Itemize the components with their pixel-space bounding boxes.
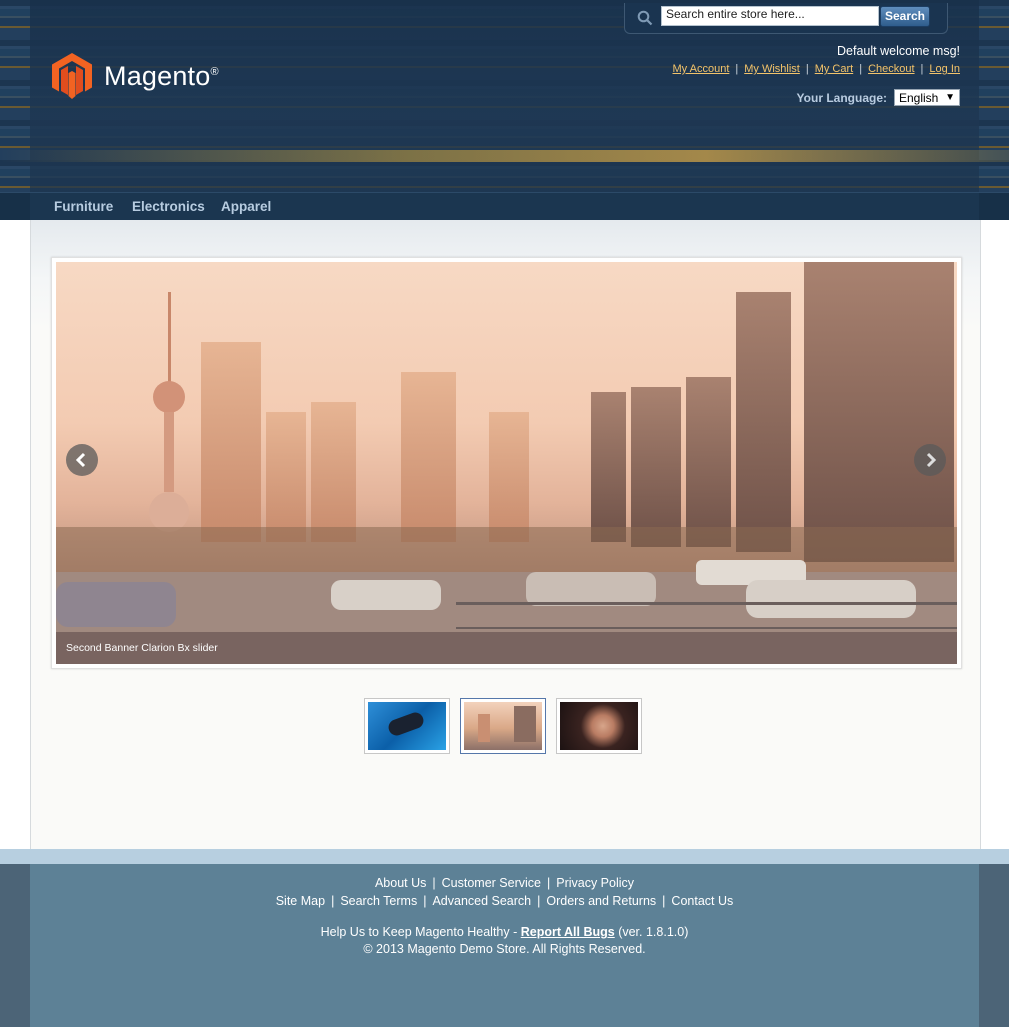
search-input[interactable]: Search entire store here... (661, 6, 879, 26)
site-header: Magento® Search entire store here... Sea… (0, 0, 1009, 192)
nav-item-furniture[interactable]: Furniture (54, 199, 113, 214)
separator: | (859, 63, 863, 75)
language-select[interactable]: English ▼ (894, 89, 960, 106)
language-label: Your Language: (796, 90, 887, 105)
welcome-message: Default welcome msg! (837, 44, 960, 58)
copyright: © 2013 Magento Demo Store. All Rights Re… (363, 942, 646, 956)
separator: | (735, 63, 739, 75)
privacy-policy-link[interactable]: Privacy Policy (556, 876, 634, 890)
version-text: (ver. 1.8.1.0) (614, 925, 689, 939)
advanced-search-link[interactable]: Advanced Search (432, 894, 531, 908)
log-in-link[interactable]: Log In (929, 63, 960, 75)
footer-links-row-2: Site Map | Search Terms | Advanced Search | Or… (275, 894, 734, 908)
thumbnail-city[interactable] (460, 698, 546, 754)
dropdown-arrow-icon: ▼ (945, 92, 955, 103)
report-bugs-link[interactable]: Report All Bugs (521, 925, 615, 939)
logo[interactable]: Magento® (52, 53, 219, 99)
language-value: English (899, 91, 939, 105)
orders-and-returns-link[interactable]: Orders and Returns (546, 894, 656, 908)
footer-links-row-1: About Us | Customer Service | Privacy Policy (374, 876, 635, 890)
thumbnail-underwater[interactable] (364, 698, 450, 754)
separator: | (920, 63, 924, 75)
search-form: Search entire store here... Search (624, 3, 948, 34)
my-cart-link[interactable]: My Cart (815, 63, 854, 75)
contact-us-link[interactable]: Contact Us (671, 894, 733, 908)
registered-mark: ® (210, 65, 219, 78)
language-switcher: Your Language: English ▼ (797, 89, 960, 106)
help-text: Help Us to Keep Magento Healthy - Report… (320, 925, 689, 939)
my-account-link[interactable]: My Account (673, 63, 730, 75)
search-terms-link[interactable]: Search Terms (340, 894, 417, 908)
banner-slider: Second Banner Clarion Bx slider (51, 257, 962, 669)
previous-slide-button[interactable] (66, 444, 98, 476)
banner-image: Second Banner Clarion Bx slider (56, 262, 957, 664)
underwater-thumbnail-image (368, 702, 446, 750)
banner-caption: Second Banner Clarion Bx slider (56, 632, 957, 664)
chevron-left-icon (75, 452, 86, 468)
site-footer: About Us | Customer Service | Privacy Policy… (0, 864, 1009, 1027)
city-thumbnail-image (464, 702, 542, 750)
site-map-link[interactable]: Site Map (276, 894, 325, 908)
nav-item-apparel[interactable]: Apparel (221, 199, 271, 214)
city-skyline-image (56, 262, 957, 664)
separator: | (805, 63, 809, 75)
about-us-link[interactable]: About Us (375, 876, 426, 890)
portrait-thumbnail-image (560, 702, 638, 750)
checkout-link[interactable]: Checkout (868, 63, 914, 75)
main-nav: Furniture Electronics Apparel (0, 192, 1009, 221)
logo-text: Magento (104, 60, 211, 91)
slider-thumbnails (364, 698, 652, 754)
my-wishlist-link[interactable]: My Wishlist (744, 63, 800, 75)
search-button[interactable]: Search (880, 6, 930, 27)
magento-logo-icon (52, 53, 92, 99)
search-icon (637, 10, 653, 26)
customer-service-link[interactable]: Customer Service (442, 876, 541, 890)
thumbnail-portrait[interactable] (556, 698, 642, 754)
chevron-right-icon (926, 452, 937, 468)
next-slide-button[interactable] (914, 444, 946, 476)
main-content: Second Banner Clarion Bx slider (30, 220, 981, 849)
nav-item-electronics[interactable]: Electronics (132, 199, 205, 214)
header-links: My Account | My Wishlist | My Cart | Checkout |… (673, 63, 960, 75)
